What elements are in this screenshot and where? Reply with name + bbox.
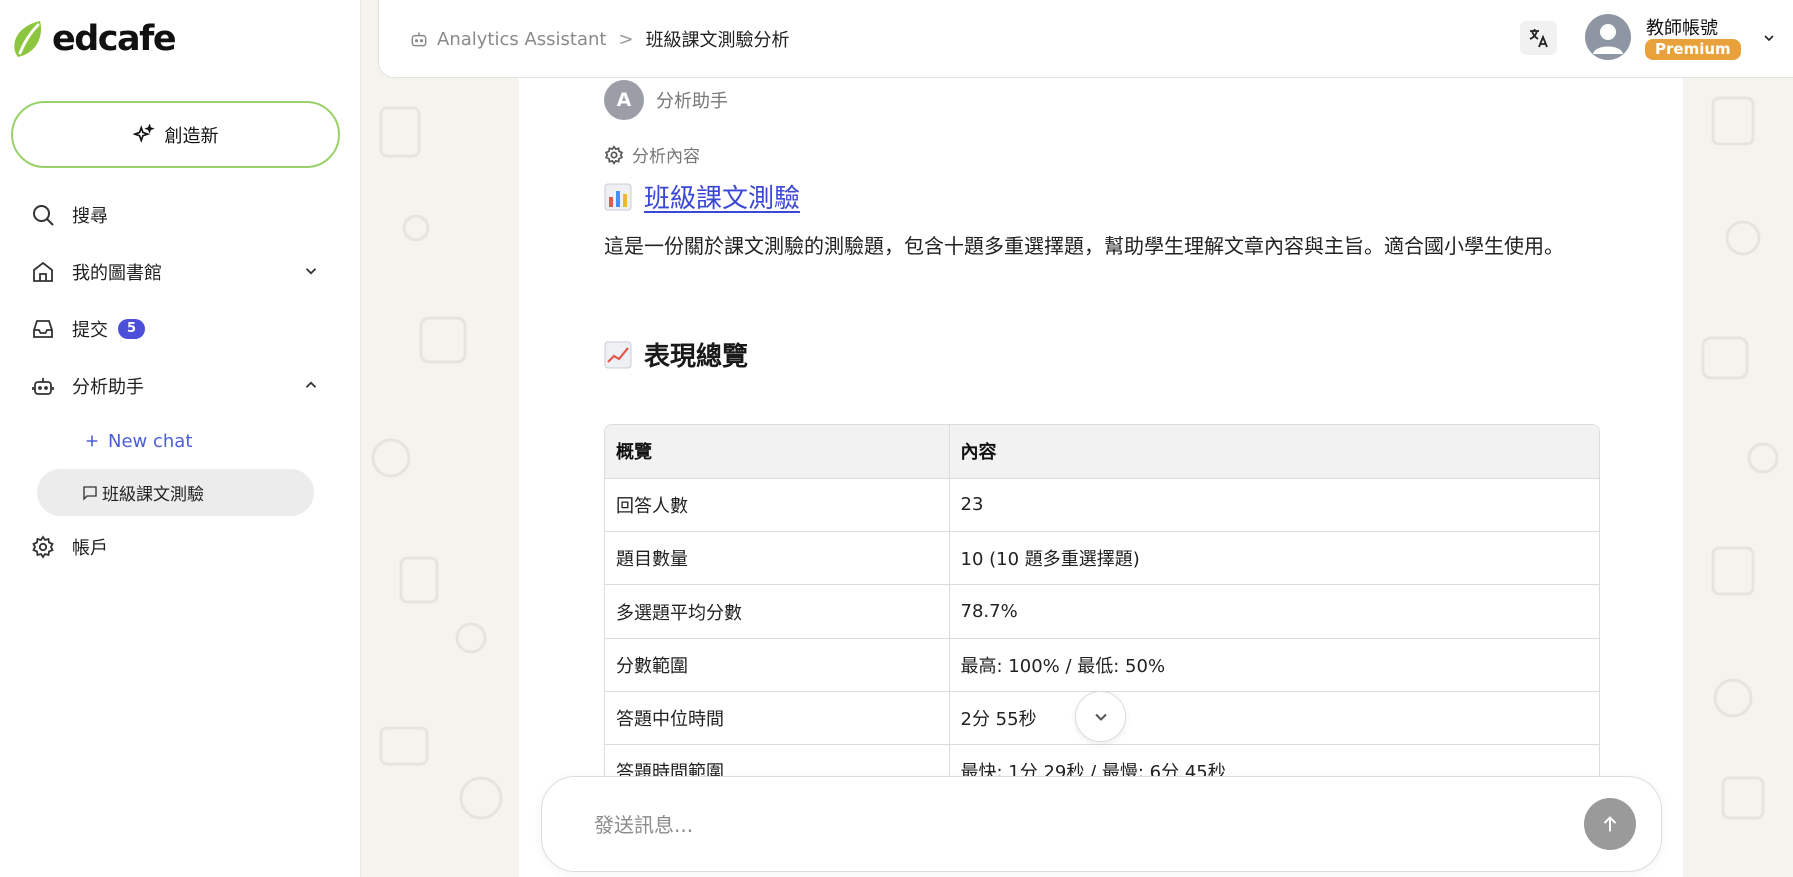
create-new-button[interactable]: 創造新 — [11, 101, 340, 168]
table-row: 題目數量 10 (10 題多重選擇題) — [605, 531, 1599, 586]
assistant-avatar: A — [604, 80, 644, 120]
chat-item-class-quiz[interactable]: 班級課文測驗 — [37, 469, 314, 516]
table-row: 多選題平均分數 78.7% — [605, 584, 1599, 639]
chevron-down-icon[interactable] — [302, 262, 320, 280]
inbox-icon — [30, 316, 56, 342]
breadcrumb-root-link[interactable]: Analytics Assistant — [437, 29, 606, 50]
table-cell: 2分 55秒 — [949, 691, 1599, 746]
new-chat-button[interactable]: New chat — [84, 428, 192, 454]
new-chat-label: New chat — [108, 430, 193, 452]
scroll-to-bottom-button[interactable] — [1075, 691, 1126, 742]
quiz-title-row: 班級課文測驗 — [604, 178, 800, 215]
chevron-up-icon[interactable] — [302, 376, 320, 394]
user-name: 教師帳號 — [1646, 18, 1718, 39]
section-title-text: 表現總覽 — [644, 342, 749, 372]
breadcrumb: Analytics Assistant > 班級課文測驗分析 — [409, 26, 790, 52]
user-avatar[interactable] — [1585, 14, 1631, 60]
background-pattern-right — [1701, 96, 1779, 820]
premium-badge: Premium — [1645, 39, 1741, 60]
sidebar-item-label: 搜尋 — [72, 206, 108, 227]
message-input[interactable] — [594, 807, 1494, 843]
breadcrumb-current: 班級課文測驗分析 — [645, 30, 790, 51]
quiz-description: 這是一份關於課文測驗的測驗題，包含十題多重選擇題，幫助學生理解文章內容與主旨。適… — [604, 234, 1564, 258]
bot-icon — [411, 32, 427, 47]
submissions-count-badge: 5 — [118, 319, 146, 339]
search-icon — [30, 202, 56, 228]
sidebar-item-submissions[interactable]: 提交 5 — [30, 309, 320, 349]
analysis-content-label: 分析內容 — [604, 142, 700, 167]
table-row: 答題時間範圍 最快: 1分 29秒 / 最慢: 6分 45秒 — [605, 744, 1599, 776]
top-header: Analytics Assistant > 班級課文測驗分析 教師帳號 Prem… — [378, 0, 1793, 78]
translate-icon — [1529, 29, 1548, 48]
table-row: 回答人數 23 — [605, 478, 1599, 533]
table-cell: 多選題平均分數 — [605, 584, 950, 639]
table-cell: 最高: 100% / 最低: 50% — [949, 638, 1599, 692]
leaf-logo-icon — [14, 21, 42, 57]
table-cell: 答題中位時間 — [605, 691, 950, 746]
sidebar: edcafe 創造新 搜尋 我的圖書館 提交 5 分析助手 New chat 班… — [0, 0, 361, 877]
send-button[interactable] — [1584, 798, 1636, 850]
brand-logo[interactable]: edcafe — [10, 18, 177, 60]
chevron-down-icon — [1094, 713, 1107, 721]
breadcrumb-separator: > — [618, 28, 634, 50]
create-new-label: 創造新 — [164, 125, 219, 147]
trend-chart-icon — [604, 341, 632, 368]
translate-button[interactable] — [1520, 21, 1557, 55]
sidebar-item-library[interactable]: 我的圖書館 — [30, 252, 320, 292]
sidebar-item-label: 我的圖書館 — [72, 263, 162, 284]
table-cell: 答題時間範圍 — [605, 744, 950, 776]
table-cell: 回答人數 — [605, 478, 950, 533]
table-cell: 題目數量 — [605, 531, 950, 586]
gear-icon — [604, 144, 624, 165]
arrow-up-icon — [1603, 816, 1617, 832]
table-cell: 10 (10 題多重選擇題) — [949, 531, 1599, 586]
sidebar-item-label: 提交 — [72, 320, 108, 341]
sidebar-item-label: 分析助手 — [72, 377, 144, 398]
analysis-content-text: 分析內容 — [632, 147, 700, 167]
table-cell: 23 — [949, 478, 1599, 533]
user-icon — [1593, 24, 1623, 54]
bot-icon — [30, 373, 56, 399]
sidebar-item-analytics-assistant[interactable]: 分析助手 — [30, 366, 320, 406]
home-icon — [30, 259, 56, 285]
chat-bubble-icon — [83, 486, 97, 501]
assistant-name: 分析助手 — [656, 91, 728, 112]
table-row: 分數範圍 最高: 100% / 最低: 50% — [605, 638, 1599, 692]
bar-chart-icon — [604, 183, 632, 210]
performance-overview-heading: 表現總覽 — [604, 336, 748, 373]
table-header-row: 概覽 內容 — [605, 425, 1599, 479]
chat-item-label: 班級課文測驗 — [102, 485, 204, 505]
sparkle-icon — [132, 123, 155, 143]
message-composer — [541, 776, 1662, 872]
table-cell: 最快: 1分 29秒 / 最慢: 6分 45秒 — [949, 744, 1599, 776]
quiz-title-link[interactable]: 班級課文測驗 — [644, 178, 800, 215]
chat-panel: A 分析助手 分析內容 班級課文測驗 這是一份關於課文測驗的測驗題，包含十題多重… — [519, 78, 1683, 877]
plus-icon — [86, 435, 98, 447]
brand-name: edcafe — [52, 19, 177, 59]
table-header-cell: 概覽 — [605, 425, 950, 479]
background-pattern — [371, 106, 503, 820]
table-header-cell: 內容 — [949, 425, 1599, 479]
sidebar-item-label: 帳戶 — [72, 538, 108, 559]
chevron-down-icon[interactable] — [1761, 30, 1777, 46]
table-cell: 78.7% — [949, 584, 1599, 639]
assistant-header: A 分析助手 — [604, 80, 728, 120]
table-cell: 分數範圍 — [605, 638, 950, 692]
sidebar-item-search[interactable]: 搜尋 — [30, 195, 320, 235]
gear-icon — [30, 534, 56, 560]
sidebar-item-account[interactable]: 帳戶 — [30, 527, 320, 567]
